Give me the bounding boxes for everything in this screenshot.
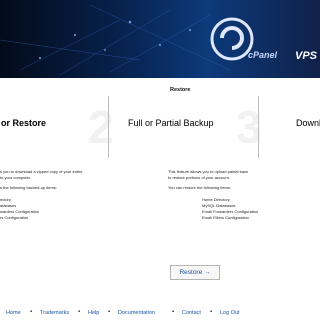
left-description: to your computer.: [0, 175, 31, 180]
footer-link-logout[interactable]: Log Out: [220, 310, 240, 316]
footer-separator: ▪: [172, 309, 175, 315]
restore-list-item: Email Filters Configuration: [202, 215, 249, 220]
cpanel-logo-icon: [210, 17, 254, 61]
footer-link-documentation[interactable]: Documentation: [118, 310, 155, 316]
footer-link-trademarks[interactable]: Trademarks: [40, 310, 69, 316]
banner-product: VPS: [294, 50, 317, 62]
footer-separator: ▪: [78, 309, 81, 315]
section-title-backup: Full or Partial Backup: [128, 118, 214, 128]
section-title-restore: or Restore: [1, 118, 47, 128]
footer-separator: ▪: [210, 309, 213, 315]
restore-heading: Restore: [170, 87, 191, 93]
restore-intro: You can restore the following items:: [168, 185, 231, 190]
left-intro: s the following backed-up items:: [0, 185, 57, 190]
restore-description: to restore portions of your account.: [168, 175, 230, 180]
footer-link-contact[interactable]: Contact: [182, 310, 201, 316]
footer-separator: ▪: [108, 309, 111, 315]
header-banner: cPanel VPS: [0, 0, 320, 100]
restore-button[interactable]: Restore →: [170, 265, 220, 280]
footer-nav: Home ▪ Trademarks ▪ Help ▪ Documentation…: [0, 308, 320, 320]
footer-link-home[interactable]: Home: [6, 310, 21, 316]
banner-brand: cPanel: [248, 50, 278, 60]
footer-separator: ▪: [30, 309, 33, 315]
column-titles: or Restore Full or Partial Backup Downlo: [0, 112, 320, 154]
footer-link-help[interactable]: Help: [88, 310, 99, 316]
left-list-item: rs Configuration: [0, 215, 29, 220]
section-title-download: Downlo: [296, 118, 320, 128]
